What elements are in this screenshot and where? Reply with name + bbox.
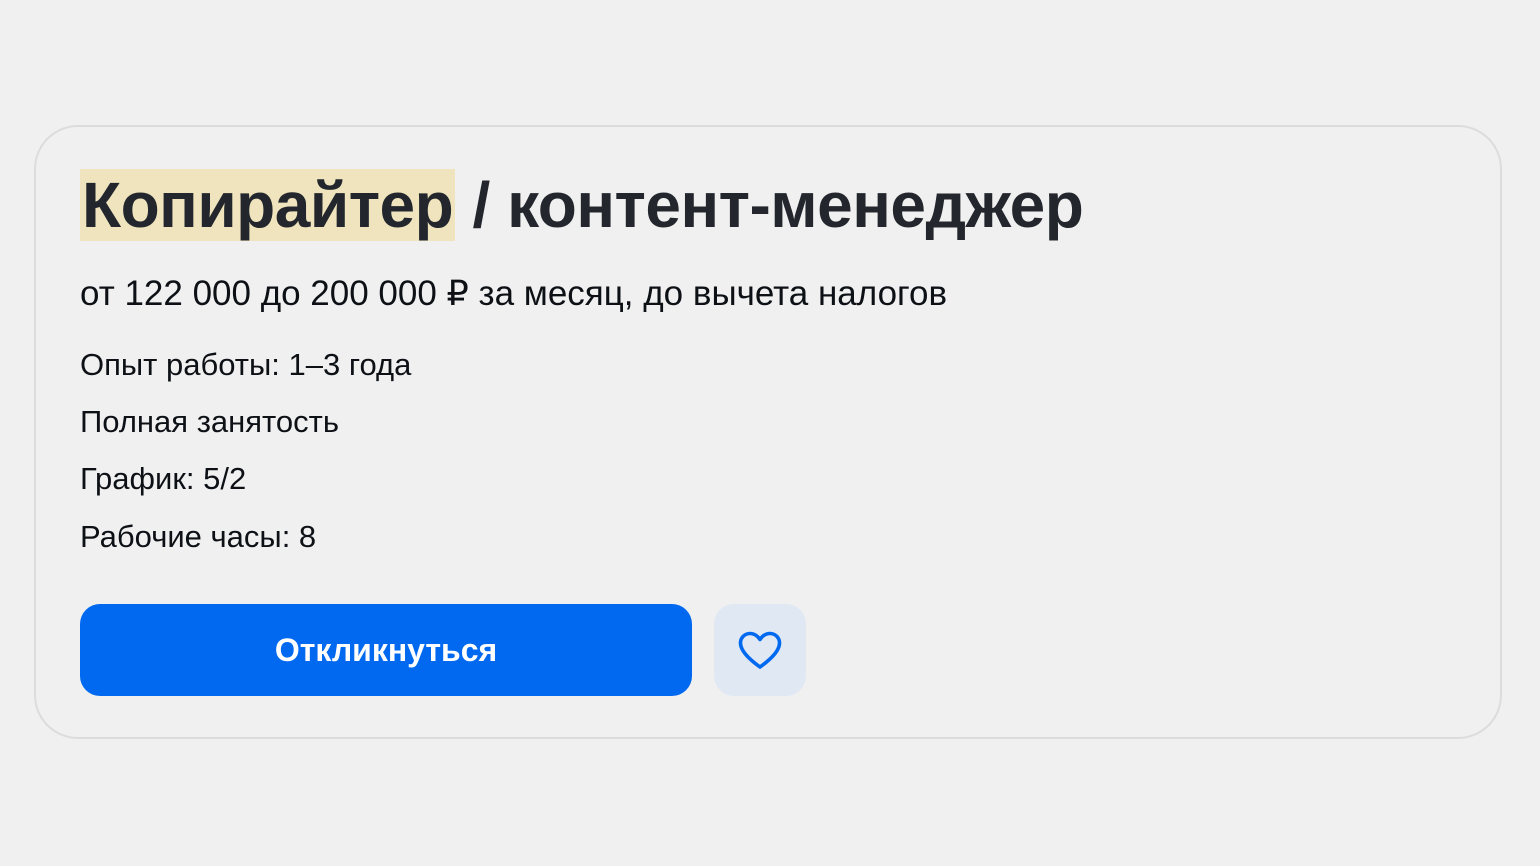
experience-text: Опыт работы: 1–3 года	[80, 347, 412, 382]
favorite-button[interactable]	[714, 604, 806, 696]
apply-button[interactable]: Откликнуться	[80, 604, 692, 696]
vacancy-title[interactable]: Копирайтер / контент-менеджер	[80, 167, 1084, 243]
working-hours-text: Рабочие часы: 8	[80, 519, 317, 554]
title-highlight: Копирайтер	[80, 169, 456, 241]
salary-text: от 122 000 до 200 000 ₽ за месяц, до выч…	[80, 274, 948, 313]
schedule-text: График: 5/2	[80, 461, 247, 496]
title-rest: / контент-менеджер	[455, 169, 1084, 241]
employment-type-text: Полная занятость	[80, 404, 339, 439]
vacancy-card: Копирайтер / контент-менеджер от 122 000…	[34, 125, 1502, 739]
heart-icon	[736, 629, 784, 671]
